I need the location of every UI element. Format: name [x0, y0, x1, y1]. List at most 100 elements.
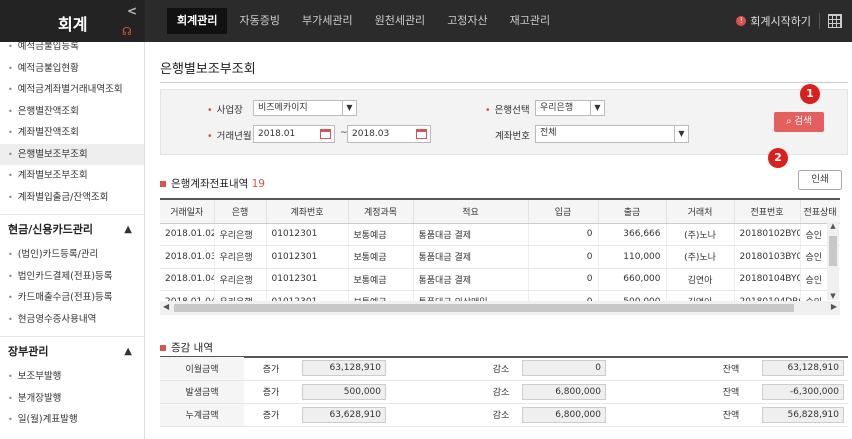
scroll-right-icon[interactable]: ▶: [831, 302, 837, 311]
chevron-up-icon[interactable]: ▲: [124, 337, 132, 367]
date-to-input[interactable]: 2018.03: [347, 125, 431, 143]
table-cell: 01012301: [266, 223, 349, 246]
column-header[interactable]: 전표번호: [734, 198, 801, 224]
top-right-area: ! 회계시작하기: [736, 0, 842, 42]
table-row[interactable]: 2018.01.03 우리은행 01012301 보통예금 통품대금 결제 0 110,00…: [160, 245, 840, 269]
spacer-cell: [610, 403, 704, 427]
bank-label: • 은행선택: [485, 105, 530, 116]
headset-icon[interactable]: ☊: [122, 25, 132, 38]
bank-select[interactable]: 우리은행 ▼: [535, 100, 605, 116]
summary-cell: 56,828,910: [758, 403, 848, 427]
scroll-thumb[interactable]: [829, 236, 837, 266]
print-button[interactable]: 인쇄: [798, 170, 842, 190]
sidebar-item[interactable]: 계좌별입출금/잔액조회: [0, 187, 144, 209]
column-header[interactable]: 출금: [598, 198, 667, 224]
summary-value-field: 63,628,910: [302, 406, 386, 423]
step-badge-2: 2: [768, 148, 788, 168]
table-horizontal-scrollbar[interactable]: ◀ ▶: [160, 301, 840, 315]
chevron-up-icon[interactable]: ▲: [124, 215, 132, 245]
sidebar-item[interactable]: 일(월)계표발행: [0, 409, 144, 431]
top-bar: 회계 < ☊ 회계관리 자동증빙 부가세관리 원천세관리 고정자산 재고관리 !…: [0, 0, 852, 42]
column-header[interactable]: 입금: [528, 198, 599, 224]
table-cell: 통품대금 결제: [413, 245, 529, 269]
table-cell: 통품대금 결제: [413, 223, 529, 246]
chevron-down-icon: ▼: [674, 126, 688, 142]
table-vertical-scrollbar[interactable]: ▲ ▼: [827, 222, 839, 300]
column-header[interactable]: 거래일자: [160, 198, 215, 224]
column-header[interactable]: 계정과목: [348, 198, 414, 224]
column-header[interactable]: 적요: [413, 198, 529, 224]
summary-value-field: 6,800,000: [522, 406, 606, 423]
biz-label: • 사업장: [207, 105, 243, 116]
calculator-icon[interactable]: [828, 14, 842, 28]
table-cell: 우리은행: [214, 268, 267, 291]
menu-tab-auto-evidence[interactable]: 자동증빙: [229, 8, 289, 34]
spacer-cell: [390, 403, 484, 427]
summary-cell: 0: [518, 357, 610, 381]
column-header[interactable]: 은행: [214, 198, 267, 224]
menu-tab-accounting[interactable]: 회계관리: [167, 8, 228, 34]
column-header[interactable]: 계좌번호: [266, 198, 349, 224]
search-button[interactable]: ⌕ 검색: [774, 112, 824, 132]
sidebar-item[interactable]: 예적금불입등록: [0, 42, 144, 58]
table-cell: (주)노나: [666, 223, 735, 246]
voucher-table: 거래일자 은행 계좌번호 계정과목 적요 입금 출금 거래처 전표번호 전표상태…: [160, 198, 840, 316]
summary-cell: 63,628,910: [298, 403, 390, 427]
summary-cell: 63,128,910: [758, 357, 848, 381]
summary-cell: 6,800,000: [518, 380, 610, 404]
summary-row-label: 누계금액: [160, 403, 244, 427]
calendar-icon[interactable]: [416, 129, 427, 139]
account-select[interactable]: 전체 ▼: [535, 125, 689, 143]
summary-row: 누계금액 증가 63,628,910 감소 6,800,000 잔액 56,828,910: [160, 403, 848, 427]
table-row[interactable]: 2018.01.02 우리은행 01012301 보통예금 통품대금 결제 0 366,66…: [160, 223, 840, 246]
title-divider: [160, 82, 848, 83]
column-header[interactable]: 거래처: [666, 198, 735, 224]
summary-value-field: 56,828,910: [762, 406, 844, 423]
scroll-down-icon[interactable]: ▼: [827, 292, 839, 300]
table-cell: 110,000: [598, 245, 667, 269]
table-cell: 20180104BY00001: [734, 268, 801, 291]
table-cell: 20180102BY00002: [734, 223, 801, 246]
sidebar-item[interactable]: 은행별잔액조회: [0, 101, 144, 123]
sidebar-item[interactable]: 예적금계좌별거래내역조회: [0, 79, 144, 101]
summary-col-label: 감소: [484, 403, 518, 427]
biz-select[interactable]: 비즈메카이지 ▼: [253, 100, 357, 116]
sidebar-item[interactable]: 법인카드결제(전표)등록: [0, 266, 144, 288]
account-label: 계좌번호: [495, 131, 530, 142]
period-label: • 거래년월: [207, 131, 252, 142]
spacer-cell: [610, 357, 704, 381]
sidebar-item[interactable]: 분개장발행: [0, 388, 144, 410]
sidebar-section-card[interactable]: 현금/신용카드관리 ▲: [0, 214, 144, 244]
table-cell: 01012301: [266, 245, 349, 269]
sidebar-item-active[interactable]: 은행별보조부조회: [0, 143, 144, 165]
summary-cell: -6,300,000: [758, 380, 848, 404]
table-row[interactable]: 2018.01.04 우리은행 01012301 보통예금 통품대금 결제 0 660,00…: [160, 268, 840, 291]
sidebar-item[interactable]: 계좌별잔액조회: [0, 122, 144, 144]
sidebar-item[interactable]: 현금영수증사용내역: [0, 309, 144, 331]
sidebar-item[interactable]: 보조부발행: [0, 366, 144, 388]
menu-tab-fixed-assets[interactable]: 고정자산: [437, 8, 497, 34]
table-cell: 보통예금: [348, 245, 414, 269]
sidebar-section-label: 현금/신용카드관리: [8, 223, 93, 236]
menu-tab-inventory[interactable]: 재고관리: [500, 8, 560, 34]
calendar-icon[interactable]: [320, 129, 331, 139]
sidebar-item[interactable]: (법인)카드등록/관리: [0, 244, 144, 266]
menu-tab-vat[interactable]: 부가세관리: [292, 8, 363, 34]
menu-tab-withholding[interactable]: 원천세관리: [365, 8, 436, 34]
date-from-input[interactable]: 2018.01: [253, 125, 335, 143]
sidebar-item[interactable]: 예적금불입현황: [0, 58, 144, 80]
summary-col-label: 잔액: [704, 403, 758, 427]
scroll-left-icon[interactable]: ◀: [163, 302, 169, 311]
summary-row-label: 발생금액: [160, 380, 244, 404]
sidebar-item[interactable]: 계좌별보조부조회: [0, 165, 144, 187]
summary-col-label: 잔액: [704, 357, 758, 381]
sidebar-section-ledger[interactable]: 장부관리 ▲: [0, 336, 144, 366]
scroll-up-icon[interactable]: ▲: [827, 222, 839, 230]
collapse-chevron-icon[interactable]: <: [127, 4, 137, 18]
alert-icon: !: [736, 16, 747, 26]
column-header[interactable]: 전표상태: [800, 198, 840, 224]
start-accounting-link[interactable]: 회계시작하기: [750, 13, 811, 29]
sidebar-item[interactable]: 카드매출수금(전표)등록: [0, 287, 144, 309]
table-cell: 2018.01.02: [160, 223, 215, 246]
scroll-thumb[interactable]: [174, 304, 794, 312]
